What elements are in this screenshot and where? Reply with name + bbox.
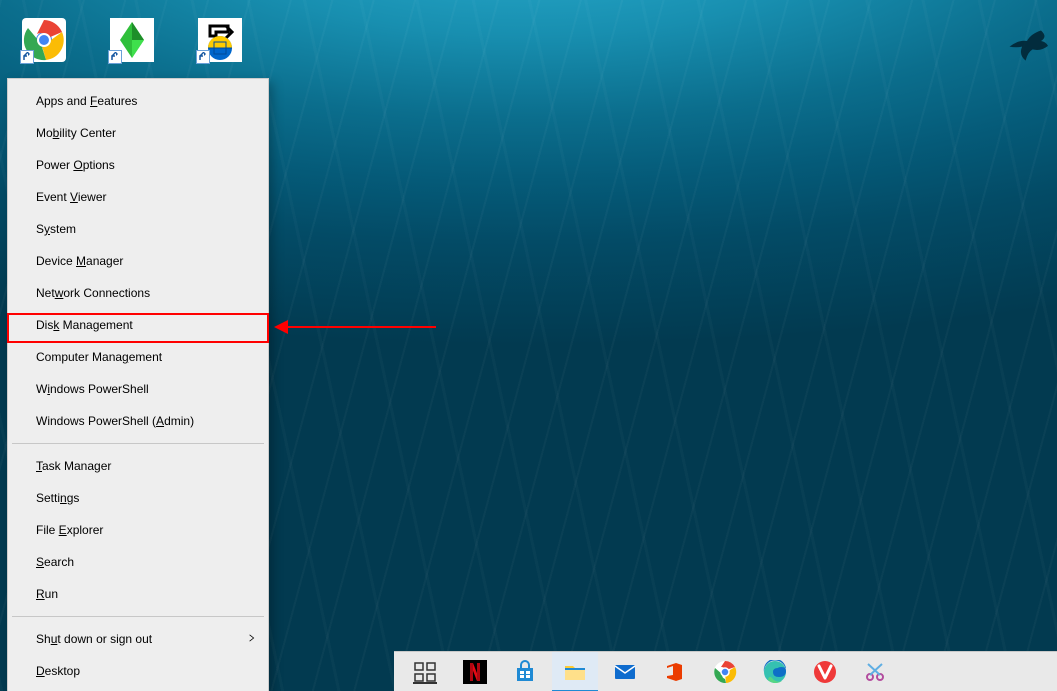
- menu-item-powershell[interactable]: Windows PowerShell: [8, 373, 268, 405]
- menu-item-label: Computer Management: [36, 350, 162, 364]
- menu-item-powershell-admin[interactable]: Windows PowerShell (Admin): [8, 405, 268, 437]
- menu-item-task-manager[interactable]: Task Manager: [8, 450, 268, 482]
- task-view-icon: [413, 660, 437, 684]
- menu-item-power-options[interactable]: Power Options: [8, 149, 268, 181]
- menu-item-label: Event Viewer: [36, 190, 107, 204]
- stellar-shortcut[interactable]: [194, 18, 246, 66]
- taskbar-edge[interactable]: [752, 652, 798, 691]
- menu-item-label: System: [36, 222, 76, 236]
- taskbar-ms-store[interactable]: [502, 652, 548, 691]
- menu-item-label: Mobility Center: [36, 126, 116, 140]
- menu-item-label: Power Options: [36, 158, 115, 172]
- sims-shortcut[interactable]: [106, 18, 158, 66]
- menu-item-label: Apps and Features: [36, 94, 137, 108]
- menu-separator: [12, 616, 264, 617]
- menu-item-shutdown-signout[interactable]: Shut down or sign out: [8, 623, 268, 655]
- chevron-right-icon: [248, 623, 256, 655]
- menu-item-label: Windows PowerShell: [36, 382, 149, 396]
- menu-item-label: Disk Management: [36, 318, 133, 332]
- menu-item-settings[interactable]: Settings: [8, 482, 268, 514]
- edge-icon: [763, 660, 787, 684]
- taskbar-netflix[interactable]: [452, 652, 498, 691]
- taskbar-vivaldi[interactable]: [802, 652, 848, 691]
- menu-item-label: File Explorer: [36, 523, 103, 537]
- shortcut-overlay-icon: [108, 50, 122, 64]
- file-explorer-icon: [563, 659, 587, 683]
- taskbar-file-explorer[interactable]: [552, 652, 598, 691]
- menu-item-desktop[interactable]: Desktop: [8, 655, 268, 687]
- shortcut-overlay-icon: [20, 50, 34, 64]
- mail-icon: [613, 660, 637, 684]
- menu-item-label: Shut down or sign out: [36, 632, 152, 646]
- menu-item-label: Network Connections: [36, 286, 150, 300]
- menu-item-label: Settings: [36, 491, 79, 505]
- taskbar-office[interactable]: [652, 652, 698, 691]
- office-icon: [663, 660, 687, 684]
- shortcut-overlay-icon: [196, 50, 210, 64]
- menu-item-device-manager[interactable]: Device Manager: [8, 245, 268, 277]
- menu-item-label: Device Manager: [36, 254, 123, 268]
- chrome-shortcut[interactable]: [18, 18, 70, 66]
- menu-item-computer-management[interactable]: Computer Management: [8, 341, 268, 373]
- taskbar: [394, 651, 1057, 691]
- taskbar-snip[interactable]: [852, 652, 898, 691]
- menu-item-label: Search: [36, 555, 74, 569]
- menu-item-mobility-center[interactable]: Mobility Center: [8, 117, 268, 149]
- snip-icon: [863, 660, 887, 684]
- menu-item-system[interactable]: System: [8, 213, 268, 245]
- vivaldi-icon: [813, 660, 837, 684]
- menu-item-label: Run: [36, 587, 58, 601]
- menu-item-run[interactable]: Run: [8, 578, 268, 610]
- menu-separator: [12, 443, 264, 444]
- winx-menu: Apps and Features Mobility Center Power Op…: [7, 78, 269, 691]
- menu-item-label: Task Manager: [36, 459, 111, 473]
- netflix-icon: [463, 660, 487, 684]
- menu-item-search[interactable]: Search: [8, 546, 268, 578]
- chrome-shortcut-icon: [22, 18, 66, 62]
- menu-item-network-connections[interactable]: Network Connections: [8, 277, 268, 309]
- taskbar-task-view[interactable]: [402, 652, 448, 691]
- menu-item-disk-management[interactable]: Disk Management: [8, 309, 268, 341]
- menu-item-apps-features[interactable]: Apps and Features: [8, 85, 268, 117]
- taskbar-chrome[interactable]: [702, 652, 748, 691]
- menu-item-label: Windows PowerShell (Admin): [36, 414, 194, 428]
- menu-item-label: Desktop: [36, 664, 80, 678]
- menu-item-file-explorer[interactable]: File Explorer: [8, 514, 268, 546]
- chrome-icon: [713, 660, 737, 684]
- ms-store-icon: [513, 660, 537, 684]
- stellar-shortcut-icon: [198, 18, 242, 62]
- sims-shortcut-icon: [110, 18, 154, 62]
- taskbar-mail[interactable]: [602, 652, 648, 691]
- menu-item-event-viewer[interactable]: Event Viewer: [8, 181, 268, 213]
